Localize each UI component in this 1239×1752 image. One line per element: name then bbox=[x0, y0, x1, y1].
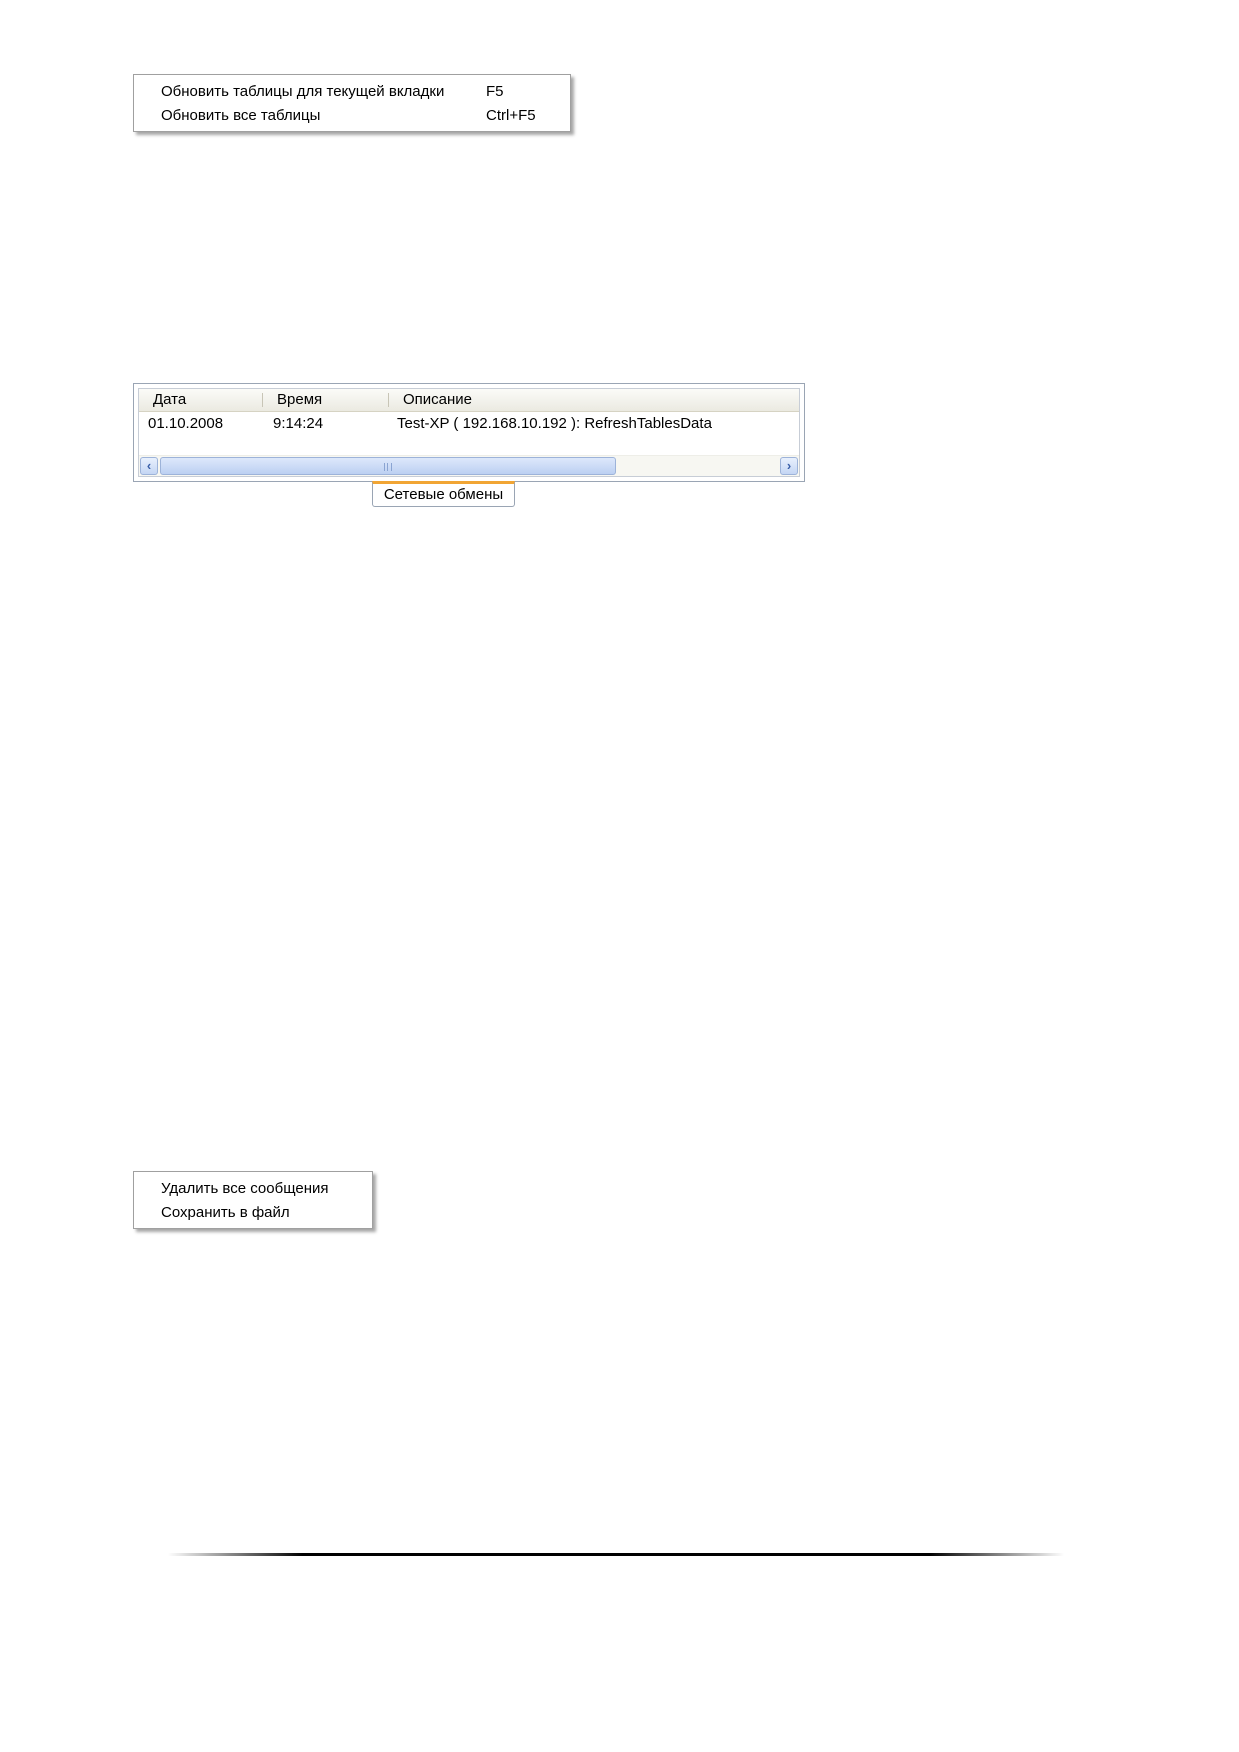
tab-network-exchanges[interactable]: Сетевые обмены bbox=[372, 481, 515, 507]
horizontal-scrollbar[interactable]: ‹ › bbox=[139, 455, 799, 476]
refresh-context-menu: Обновить таблицы для текущей вкладки F5 … bbox=[133, 74, 571, 132]
list-header: Дата Время Описание bbox=[139, 389, 799, 412]
menu-item-shortcut: F5 bbox=[486, 82, 504, 100]
column-header-date[interactable]: Дата bbox=[139, 389, 263, 411]
menu-item-refresh-current-tab[interactable]: Обновить таблицы для текущей вкладки F5 bbox=[134, 79, 570, 103]
scrollbar-thumb[interactable] bbox=[160, 457, 616, 475]
menu-item-refresh-all-tables[interactable]: Обновить все таблицы Ctrl+F5 bbox=[134, 103, 570, 127]
menu-item-label: Обновить все таблицы bbox=[161, 106, 321, 124]
cell-date: 01.10.2008 bbox=[148, 415, 224, 432]
network-log-panel: Дата Время Описание 01.10.2008 9:14:24 T… bbox=[133, 383, 805, 482]
menu-item-label: Удалить все сообщения bbox=[161, 1179, 329, 1197]
table-row[interactable]: 01.10.2008 9:14:24 Test-XP ( 192.168.10.… bbox=[139, 413, 799, 435]
footer-divider bbox=[168, 1553, 1064, 1556]
chevron-left-icon[interactable]: ‹ bbox=[140, 457, 158, 475]
menu-item-save-to-file[interactable]: Сохранить в файл bbox=[134, 1200, 372, 1224]
menu-item-label: Сохранить в файл bbox=[161, 1203, 290, 1221]
log-list: Дата Время Описание 01.10.2008 9:14:24 T… bbox=[138, 388, 800, 477]
cell-description: Test-XP ( 192.168.10.192 ): RefreshTable… bbox=[397, 415, 712, 432]
column-header-time[interactable]: Время bbox=[263, 389, 389, 411]
messages-context-menu: Удалить все сообщения Сохранить в файл bbox=[133, 1171, 373, 1229]
menu-item-label: Обновить таблицы для текущей вкладки bbox=[161, 82, 445, 100]
grip-icon bbox=[384, 463, 392, 471]
cell-time: 9:14:24 bbox=[273, 415, 324, 432]
menu-item-shortcut: Ctrl+F5 bbox=[486, 106, 536, 124]
column-header-description[interactable]: Описание bbox=[389, 389, 799, 411]
menu-item-delete-all-messages[interactable]: Удалить все сообщения bbox=[134, 1176, 372, 1200]
chevron-right-icon[interactable]: › bbox=[780, 457, 798, 475]
